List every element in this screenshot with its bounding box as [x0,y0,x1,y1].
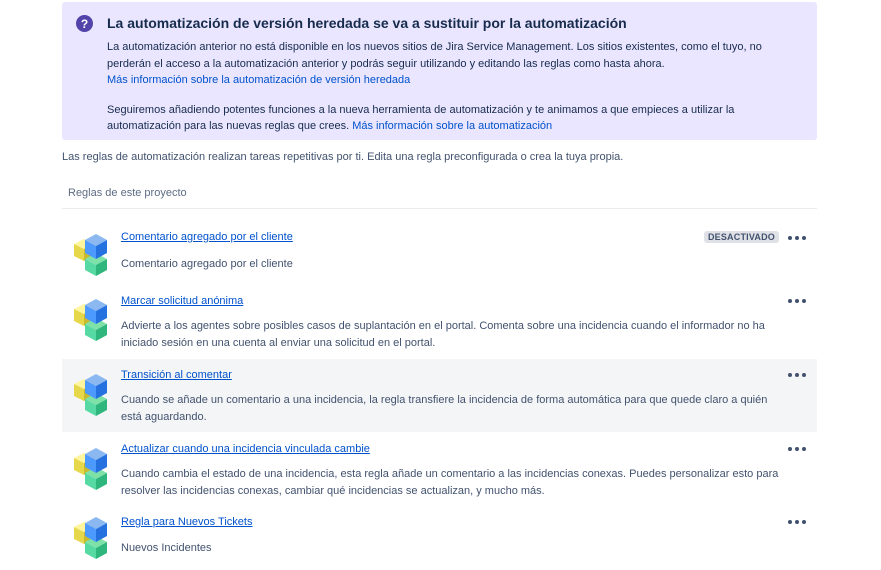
rule-name-link[interactable]: Transición al comentar [121,369,232,381]
legacy-automation-info-link[interactable]: Más información sobre la automatización … [107,74,410,86]
cubes-icon [74,299,107,341]
intro-text: Las reglas de automatización realizan ta… [62,151,624,163]
question-icon: ? [76,15,93,32]
more-actions-icon[interactable] [788,233,806,243]
section-title: Reglas de este proyecto [68,187,187,199]
rule-row[interactable]: Comentario agregado por el cliente Comen… [62,221,817,277]
rule-name-link[interactable]: Comentario agregado por el cliente [121,231,293,243]
cubes-icon [74,448,107,490]
rule-name-link[interactable]: Regla para Nuevos Tickets [121,516,252,528]
rule-row[interactable]: Regla para Nuevos Tickets Nuevos Inciden… [62,506,817,568]
rule-description: Nuevos Incidentes [121,542,212,554]
rule-description: Advierte a los agentes sobre posibles ca… [121,320,765,349]
banner-title: La automatización de versión heredada se… [107,15,627,31]
rule-description: Comentario agregado por el cliente [121,258,293,270]
rule-description: Cuando cambia el estado de una incidenci… [121,468,779,497]
banner-paragraph-1: La automatización anterior no está dispo… [107,39,797,89]
cubes-icon [74,234,107,276]
status-badge: DESACTIVADO [703,231,779,243]
banner-paragraph-2: Seguiremos añadiendo potentes funciones … [107,102,797,135]
rule-row[interactable]: Transición al comentar Cuando se añade u… [62,359,817,432]
more-actions-icon[interactable] [788,517,806,527]
rule-name-link[interactable]: Marcar solicitud anónima [121,295,243,307]
legacy-automation-banner: ? La automatización de versión heredada … [62,2,817,140]
more-actions-icon[interactable] [788,370,806,380]
rule-description: Cuando se añade un comentario a una inci… [121,394,768,423]
rule-name-link[interactable]: Actualizar cuando una incidencia vincula… [121,443,370,455]
cubes-icon [74,517,107,559]
banner-body: La automatización anterior no está dispo… [107,39,797,135]
more-actions-icon[interactable] [788,444,806,454]
divider [62,208,817,209]
banner-text-1: La automatización anterior no está dispo… [107,41,762,70]
cubes-icon [74,374,107,416]
more-actions-icon[interactable] [788,296,806,306]
rule-row[interactable]: Marcar solicitud anónima Advierte a los … [62,285,817,356]
rule-row[interactable]: Actualizar cuando una incidencia vincula… [62,433,817,506]
automation-info-link[interactable]: Más información sobre la automatización [352,120,552,132]
